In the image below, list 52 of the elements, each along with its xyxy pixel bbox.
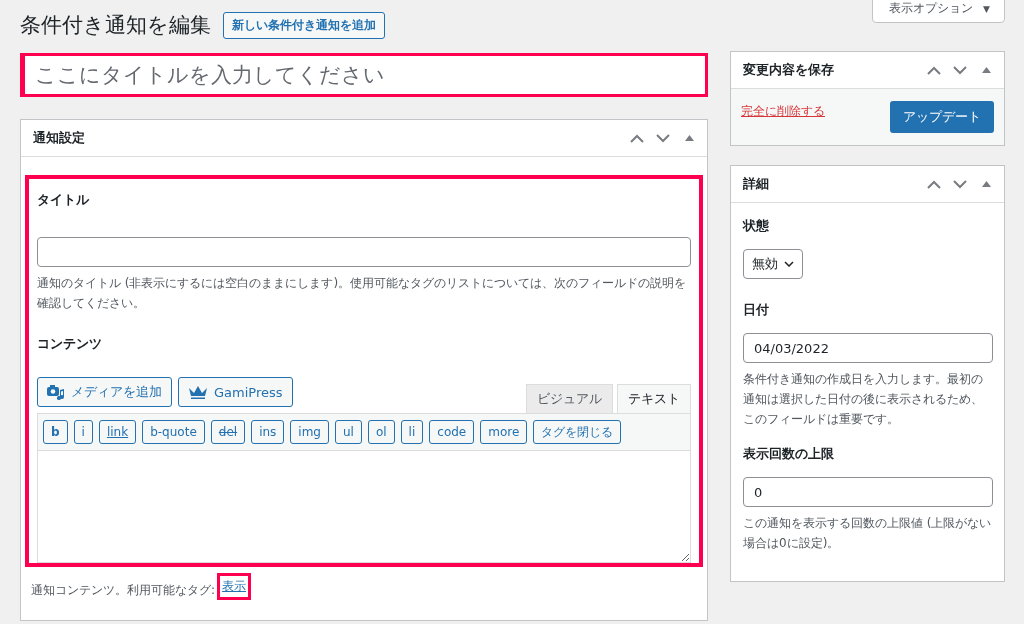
crown-icon bbox=[188, 385, 208, 399]
update-button[interactable]: アップデート bbox=[890, 101, 994, 133]
quicktag-button[interactable]: link bbox=[98, 420, 137, 444]
status-select[interactable]: 無効 bbox=[743, 249, 803, 279]
quicktag-button[interactable]: ins bbox=[251, 420, 285, 444]
editor-tab[interactable]: テキスト bbox=[617, 384, 691, 413]
chevron-up-icon bbox=[927, 179, 941, 189]
show-tags-link[interactable]: 表示 bbox=[217, 573, 252, 600]
quicktag-button[interactable]: more bbox=[480, 420, 528, 444]
camera-music-icon bbox=[47, 384, 65, 400]
quicktag-button[interactable]: b bbox=[43, 420, 68, 444]
page-title: 条件付き通知を編集 bbox=[20, 12, 211, 39]
triangle-up-icon bbox=[981, 67, 991, 73]
gamipress-button[interactable]: GamiPress bbox=[178, 377, 293, 407]
quicktag-button[interactable]: code bbox=[429, 420, 475, 444]
add-new-button[interactable]: 新しい条件付き通知を追加 bbox=[223, 11, 385, 39]
display-limit-field[interactable]: 0 bbox=[743, 477, 993, 507]
chevron-down-icon bbox=[656, 133, 670, 143]
delete-permanently-link[interactable]: 完全に削除する bbox=[741, 103, 825, 120]
panel-title: 詳細 bbox=[743, 175, 769, 193]
triangle-up-icon bbox=[684, 135, 694, 141]
quicktag-button[interactable]: ol bbox=[367, 420, 395, 444]
quicktag-button[interactable]: li bbox=[400, 420, 424, 444]
screen-options-button[interactable]: 表示オプション ▼ bbox=[872, 0, 1005, 23]
quicktag-button[interactable]: ul bbox=[334, 420, 362, 444]
date-field[interactable]: 04/03/2022 bbox=[743, 333, 993, 363]
field-label: 状態 bbox=[743, 217, 770, 235]
editor-tab[interactable]: ビジュアル bbox=[526, 384, 613, 413]
chevron-down-icon bbox=[784, 261, 794, 267]
chevron-down-icon bbox=[953, 179, 967, 189]
quicktag-button[interactable]: i bbox=[73, 420, 93, 444]
quicktag-button[interactable]: b-quote bbox=[142, 420, 205, 444]
field-label: 表示回数の上限 bbox=[743, 445, 835, 463]
help-text: 条件付き通知の作成日を入力します。最初の通知は選択した日付の後に表示されるため、このフィールドは重要です。 bbox=[743, 371, 984, 428]
add-media-button[interactable]: メディアを追加 bbox=[37, 377, 172, 407]
field-label: コンテンツ bbox=[37, 335, 103, 353]
quicktag-button[interactable]: タグを閉じる bbox=[533, 420, 622, 444]
triangle-up-icon bbox=[981, 181, 991, 187]
help-text: 通知のタイトル (非表示にするには空白のままにします)。使用可能なタグのリストについては、次のフィールドの説明を確認してください。 bbox=[37, 275, 688, 312]
title-input-field[interactable]: ここにタイトルを入力してください bbox=[20, 53, 708, 97]
quicktag-button[interactable]: del bbox=[210, 420, 246, 444]
field-label: 日付 bbox=[743, 301, 770, 319]
panel-title: 変更内容を保存 bbox=[743, 61, 834, 79]
chevron-down-icon bbox=[953, 65, 967, 75]
chevron-up-icon bbox=[927, 65, 941, 75]
field-label: タイトル bbox=[37, 191, 90, 209]
chevron-up-icon bbox=[630, 133, 644, 143]
panel-title: 通知設定 bbox=[33, 129, 85, 147]
quicktag-button[interactable]: img bbox=[290, 420, 329, 444]
help-text: この通知を表示する回数の上限値 (上限がない場合は0に設定)。 bbox=[743, 515, 993, 552]
help-text: 通知コンテンツ。利用可能なタグ: bbox=[31, 581, 216, 599]
title-field[interactable] bbox=[37, 237, 691, 267]
